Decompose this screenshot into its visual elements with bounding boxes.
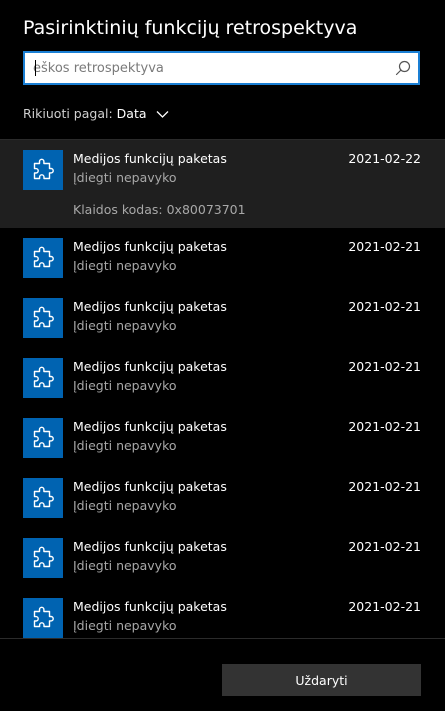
- list-item[interactable]: Medijos funkcijų paketas Įdiegti nepavyk…: [0, 528, 445, 588]
- puzzle-icon: [33, 158, 54, 180]
- list-item[interactable]: Medijos funkcijų paketas Įdiegti nepavyk…: [0, 588, 445, 638]
- item-status: Įdiegti nepavyko: [73, 498, 177, 513]
- feature-tile: [23, 298, 63, 338]
- feature-tile: [23, 358, 63, 398]
- search-icon[interactable]: [395, 60, 411, 76]
- item-date: 2021-02-21: [348, 419, 421, 434]
- search-box[interactable]: [23, 51, 420, 85]
- puzzle-icon: [33, 306, 54, 328]
- item-status: Įdiegti nepavyko: [73, 438, 177, 453]
- item-name: Medijos funkcijų paketas: [73, 419, 227, 434]
- item-date: 2021-02-21: [348, 599, 421, 614]
- list-item[interactable]: Medijos funkcijų paketas Įdiegti nepavyk…: [0, 408, 445, 468]
- item-status: Įdiegti nepavyko: [73, 558, 177, 573]
- puzzle-icon: [33, 366, 54, 388]
- item-name: Medijos funkcijų paketas: [73, 359, 227, 374]
- item-name: Medijos funkcijų paketas: [73, 151, 227, 166]
- item-name: Medijos funkcijų paketas: [73, 239, 227, 254]
- search-input[interactable]: [33, 53, 393, 83]
- puzzle-icon: [33, 546, 54, 568]
- puzzle-icon: [33, 246, 54, 268]
- item-status: Įdiegti nepavyko: [73, 318, 177, 333]
- feature-tile: [23, 418, 63, 458]
- feature-tile: [23, 150, 63, 190]
- chevron-down-icon[interactable]: [156, 110, 169, 119]
- list-item[interactable]: Medijos funkcijų paketas Įdiegti nepavyk…: [0, 468, 445, 528]
- item-status: Įdiegti nepavyko: [73, 170, 177, 185]
- sort-dropdown[interactable]: Rikiuoti pagal: Data: [23, 104, 169, 124]
- feature-tile: [23, 598, 63, 638]
- item-name: Medijos funkcijų paketas: [73, 299, 227, 314]
- item-date: 2021-02-22: [348, 151, 421, 166]
- item-status: Įdiegti nepavyko: [73, 378, 177, 393]
- item-date: 2021-02-21: [348, 539, 421, 554]
- item-status: Įdiegti nepavyko: [73, 618, 177, 633]
- divider: [0, 638, 445, 639]
- page-title: Pasirinktinių funkcijų retrospektyva: [23, 17, 358, 39]
- item-name: Medijos funkcijų paketas: [73, 539, 227, 554]
- feature-tile: [23, 238, 63, 278]
- sort-value[interactable]: Data: [117, 104, 147, 124]
- item-date: 2021-02-21: [348, 299, 421, 314]
- puzzle-icon: [33, 486, 54, 508]
- item-date: 2021-02-21: [348, 479, 421, 494]
- item-status: Įdiegti nepavyko: [73, 258, 177, 273]
- list-item[interactable]: Medijos funkcijų paketas Įdiegti nepavyk…: [0, 288, 445, 348]
- feature-tile: [23, 478, 63, 518]
- item-date: 2021-02-21: [348, 239, 421, 254]
- list-item[interactable]: Medijos funkcijų paketas Įdiegti nepavyk…: [0, 228, 445, 288]
- list-item[interactable]: Medijos funkcijų paketas Įdiegti nepavyk…: [0, 348, 445, 408]
- item-name: Medijos funkcijų paketas: [73, 479, 227, 494]
- close-button[interactable]: Uždaryti: [222, 664, 421, 696]
- item-date: 2021-02-21: [348, 359, 421, 374]
- error-code: Klaidos kodas: 0x80073701: [73, 202, 246, 217]
- feature-tile: [23, 538, 63, 578]
- puzzle-icon: [33, 426, 54, 448]
- item-name: Medijos funkcijų paketas: [73, 599, 227, 614]
- list-item[interactable]: Medijos funkcijų paketas Įdiegti nepavyk…: [0, 140, 445, 228]
- text-caret: [35, 60, 36, 76]
- history-list[interactable]: Medijos funkcijų paketas Įdiegti nepavyk…: [0, 140, 445, 638]
- sort-label: Rikiuoti pagal:: [23, 106, 113, 121]
- puzzle-icon: [33, 606, 54, 628]
